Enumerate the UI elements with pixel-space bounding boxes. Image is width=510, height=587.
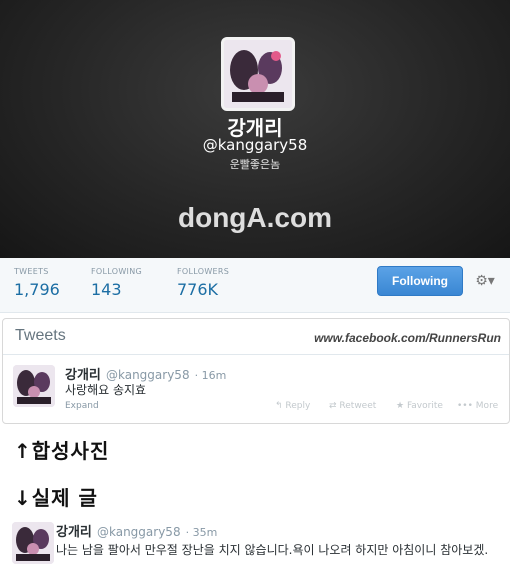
retweet-label: Retweet: [339, 401, 377, 411]
tweets-panel: Tweets www.facebook.com/RunnersRun 강개리 @…: [2, 318, 510, 424]
divider: [3, 354, 509, 355]
watermark: dongA.com: [178, 202, 332, 233]
favorite-label: Favorite: [406, 401, 443, 411]
real-tweet-author-name[interactable]: 강개리: [56, 525, 92, 540]
profile-header: 강개리 @kanggary58 운빨좋은놈 dongA.com: [0, 0, 510, 258]
real-tweet-time[interactable]: · 35m: [186, 526, 218, 539]
stat-tweets[interactable]: TWEETS 1,796: [14, 267, 60, 299]
tweet-avatar[interactable]: [13, 365, 55, 407]
real-tweet-time-value: 35m: [192, 526, 218, 539]
tweets-title: Tweets: [15, 327, 66, 344]
tweet-text: 사랑해요 송지효: [65, 383, 147, 397]
facebook-url-watermark: www.facebook.com/RunnersRun: [314, 331, 501, 345]
stat-followers-label: FOLLOWERS: [177, 267, 230, 276]
real-tweet-header: 강개리 @kanggary58 · 35m: [56, 521, 217, 540]
tweet-author-handle[interactable]: @kanggary58: [106, 368, 190, 382]
stat-following-value: 143: [91, 280, 122, 299]
stat-followers[interactable]: FOLLOWERS 776K: [177, 267, 229, 299]
retweet-action[interactable]: ⇄ Retweet: [329, 401, 376, 411]
profile-avatar[interactable]: [221, 37, 295, 111]
following-button[interactable]: Following: [377, 266, 463, 296]
real-post-note: ↓실제 글: [14, 486, 98, 510]
reply-label: Reply: [285, 401, 311, 411]
more-label: More: [475, 401, 499, 411]
reply-action[interactable]: ↰ Reply: [275, 401, 310, 411]
stat-tweets-value: 1,796: [14, 280, 60, 299]
stat-followers-value: 776K: [177, 280, 219, 299]
stat-following-label: FOLLOWING: [91, 267, 142, 276]
profile-bio: 운빨좋은놈: [229, 158, 281, 171]
star-icon: ★: [396, 401, 407, 411]
expand-link[interactable]: Expand: [65, 401, 99, 411]
favorite-action[interactable]: ★ Favorite: [396, 401, 443, 411]
tweet-time[interactable]: · 16m: [195, 369, 227, 382]
stat-following[interactable]: FOLLOWING 143: [91, 267, 142, 299]
real-tweet-avatar[interactable]: [12, 522, 54, 564]
composite-photo-note: ↑합성사진: [14, 439, 110, 463]
more-icon: •••: [457, 401, 476, 411]
real-tweet-author-handle[interactable]: @kanggary58: [97, 525, 181, 539]
reply-icon: ↰: [275, 401, 286, 411]
real-tweet-text: 나는 남을 팔아서 만우절 장난을 치지 않습니다.욕이 나오려 하지만 아침이…: [56, 543, 489, 557]
stat-tweets-label: TWEETS: [14, 267, 49, 276]
more-action[interactable]: ••• More: [457, 401, 498, 411]
tweet-time-value: 16m: [201, 369, 227, 382]
retweet-icon: ⇄: [329, 401, 340, 411]
gear-icon[interactable]: ⚙▾: [469, 266, 501, 296]
profile-handle: @kanggary58: [202, 136, 308, 154]
